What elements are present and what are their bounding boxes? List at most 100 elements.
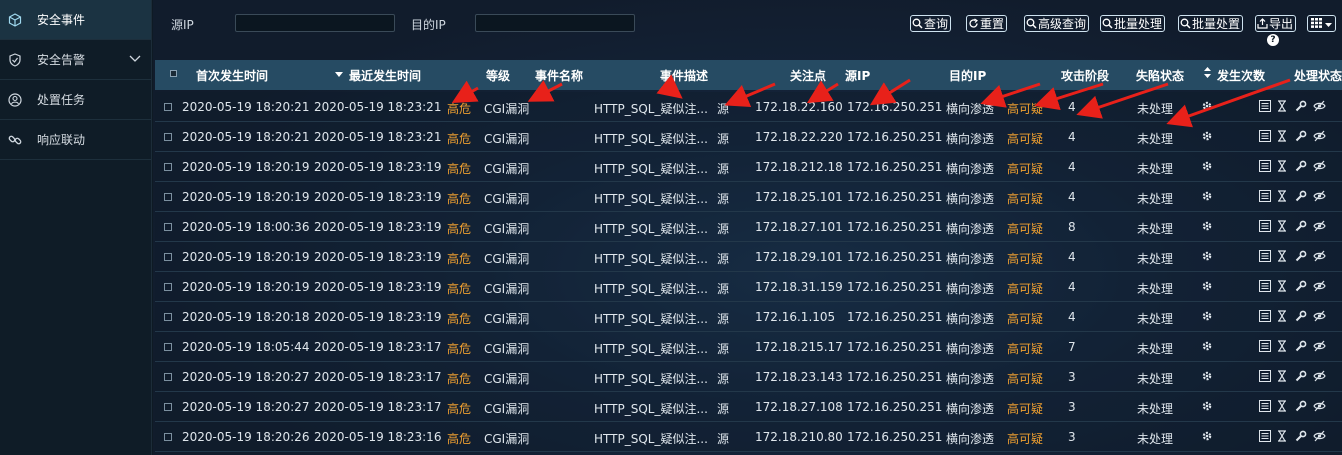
eye-off-icon[interactable] [1313, 130, 1326, 143]
cell-event-desc[interactable]: HTTP_SQL_疑似注... [594, 250, 708, 267]
row-checkbox[interactable] [164, 433, 172, 441]
table-row[interactable]: 2020-05-19 18:05:44 2020-05-19 18:23:17 高危… [155, 332, 1342, 362]
eye-off-icon[interactable] [1313, 370, 1326, 383]
wrench-icon[interactable] [1295, 190, 1308, 203]
cell-event-desc[interactable]: HTTP_SQL_疑似注... [594, 130, 708, 147]
eye-off-icon[interactable] [1313, 280, 1326, 293]
col-compromise[interactable]: 失陷状态 [1136, 67, 1184, 84]
select-all-checkbox[interactable] [170, 70, 177, 77]
list-icon[interactable] [1259, 430, 1272, 443]
help-icon[interactable]: ? [1267, 34, 1279, 46]
eye-off-icon[interactable] [1313, 400, 1326, 413]
row-checkbox[interactable] [164, 253, 172, 261]
gear-icon[interactable] [1200, 99, 1214, 113]
cell-event-desc[interactable]: HTTP_SQL_疑似注... [594, 400, 708, 417]
cell-event-desc[interactable]: HTTP_SQL_疑似注... [594, 370, 708, 387]
table-row[interactable]: 2020-05-19 18:20:19 2020-05-19 18:23:19 高危… [155, 182, 1342, 212]
sidebar-item-security-alerts[interactable]: 安全告警 [0, 40, 151, 80]
cell-event-desc[interactable]: HTTP_SQL_疑似注... [594, 220, 708, 237]
table-row[interactable]: 2020-05-19 18:20:18 2020-05-19 18:23:19 高危… [155, 302, 1342, 332]
cell-event-desc[interactable]: HTTP_SQL_疑似注... [594, 340, 708, 357]
eye-off-icon[interactable] [1313, 430, 1326, 443]
cell-event-desc[interactable]: HTTP_SQL_疑似注... [594, 310, 708, 327]
gear-icon[interactable] [1200, 369, 1214, 383]
eye-off-icon[interactable] [1313, 250, 1326, 263]
wrench-icon[interactable] [1295, 340, 1308, 353]
row-checkbox[interactable] [164, 313, 172, 321]
hourglass-icon[interactable] [1277, 130, 1290, 143]
src-ip-input[interactable] [235, 14, 395, 32]
hourglass-icon[interactable] [1277, 220, 1290, 233]
list-icon[interactable] [1259, 280, 1272, 293]
wrench-icon[interactable] [1295, 250, 1308, 263]
sidebar-item-response[interactable]: 响应联动 [0, 120, 151, 160]
row-checkbox[interactable] [164, 193, 172, 201]
gear-icon[interactable] [1200, 129, 1214, 143]
table-row[interactable]: 2020-05-19 18:20:21 2020-05-19 18:23:21 高危… [155, 92, 1342, 122]
batch-process-button[interactable]: 批量处理 [1100, 15, 1166, 32]
table-row[interactable]: 2020-05-19 18:20:19 2020-05-19 18:23:19 高危… [155, 152, 1342, 182]
gear-icon[interactable] [1200, 219, 1214, 233]
col-focus[interactable]: 关注点 [790, 67, 826, 84]
gear-icon[interactable] [1200, 159, 1214, 173]
hourglass-icon[interactable] [1277, 280, 1290, 293]
list-icon[interactable] [1259, 130, 1272, 143]
eye-off-icon[interactable] [1313, 160, 1326, 173]
row-checkbox[interactable] [164, 343, 172, 351]
col-dst-ip[interactable]: 目的IP [949, 67, 986, 84]
col-last-time[interactable]: 最近发生时间 [349, 67, 421, 84]
eye-off-icon[interactable] [1313, 310, 1326, 323]
reset-button[interactable]: 重置 [966, 15, 1008, 32]
table-row[interactable]: 2020-05-19 18:20:21 2020-05-19 18:23:21 高危… [155, 122, 1342, 152]
gear-icon[interactable] [1200, 399, 1214, 413]
wrench-icon[interactable] [1295, 400, 1308, 413]
wrench-icon[interactable] [1295, 220, 1308, 233]
chevron-down-icon[interactable] [129, 53, 141, 67]
wrench-icon[interactable] [1295, 160, 1308, 173]
dst-ip-input[interactable] [475, 14, 635, 32]
sort-icon[interactable] [1204, 67, 1211, 81]
hourglass-icon[interactable] [1277, 250, 1290, 263]
wrench-icon[interactable] [1295, 370, 1308, 383]
sidebar-item-tasks[interactable]: 处置任务 [0, 80, 151, 120]
gear-icon[interactable] [1200, 429, 1214, 443]
list-icon[interactable] [1259, 400, 1272, 413]
hourglass-icon[interactable] [1277, 430, 1290, 443]
gear-icon[interactable] [1200, 339, 1214, 353]
list-icon[interactable] [1259, 160, 1272, 173]
gear-icon[interactable] [1200, 309, 1214, 323]
col-level[interactable]: 等级 [486, 67, 510, 84]
col-attack-stage[interactable]: 攻击阶段 [1061, 67, 1109, 84]
gear-icon[interactable] [1200, 189, 1214, 203]
row-checkbox[interactable] [164, 163, 172, 171]
hourglass-icon[interactable] [1277, 370, 1290, 383]
wrench-icon[interactable] [1295, 280, 1308, 293]
column-menu-button[interactable] [1307, 15, 1336, 32]
cell-event-desc[interactable]: HTTP_SQL_疑似注... [594, 280, 708, 297]
hourglass-icon[interactable] [1277, 100, 1290, 113]
table-row[interactable]: 2020-05-19 18:20:19 2020-05-19 18:23:19 高危… [155, 272, 1342, 302]
row-checkbox[interactable] [164, 373, 172, 381]
list-icon[interactable] [1259, 340, 1272, 353]
cell-event-desc[interactable]: HTTP_SQL_疑似注... [594, 100, 708, 117]
row-checkbox[interactable] [164, 133, 172, 141]
table-row[interactable]: 2020-05-19 18:20:19 2020-05-19 18:23:19 高危… [155, 242, 1342, 272]
cell-event-desc[interactable]: HTTP_SQL_疑似注... [594, 160, 708, 177]
col-event-desc[interactable]: 事件描述 [660, 67, 708, 84]
list-icon[interactable] [1259, 250, 1272, 263]
hourglass-icon[interactable] [1277, 160, 1290, 173]
list-icon[interactable] [1259, 310, 1272, 323]
list-icon[interactable] [1259, 190, 1272, 203]
list-icon[interactable] [1259, 100, 1272, 113]
gear-icon[interactable] [1200, 249, 1214, 263]
hourglass-icon[interactable] [1277, 400, 1290, 413]
table-row[interactable]: 2020-05-19 18:20:27 2020-05-19 18:23:17 高危… [155, 392, 1342, 422]
eye-off-icon[interactable] [1313, 100, 1326, 113]
cell-event-desc[interactable]: HTTP_SQL_疑似注... [594, 190, 708, 207]
table-row[interactable]: 2020-05-19 18:20:26 2020-05-19 18:23:16 高危… [155, 422, 1342, 452]
col-event-name[interactable]: 事件名称 [535, 67, 583, 84]
sort-desc-icon[interactable] [335, 67, 343, 81]
wrench-icon[interactable] [1295, 100, 1308, 113]
eye-off-icon[interactable] [1313, 190, 1326, 203]
wrench-icon[interactable] [1295, 310, 1308, 323]
